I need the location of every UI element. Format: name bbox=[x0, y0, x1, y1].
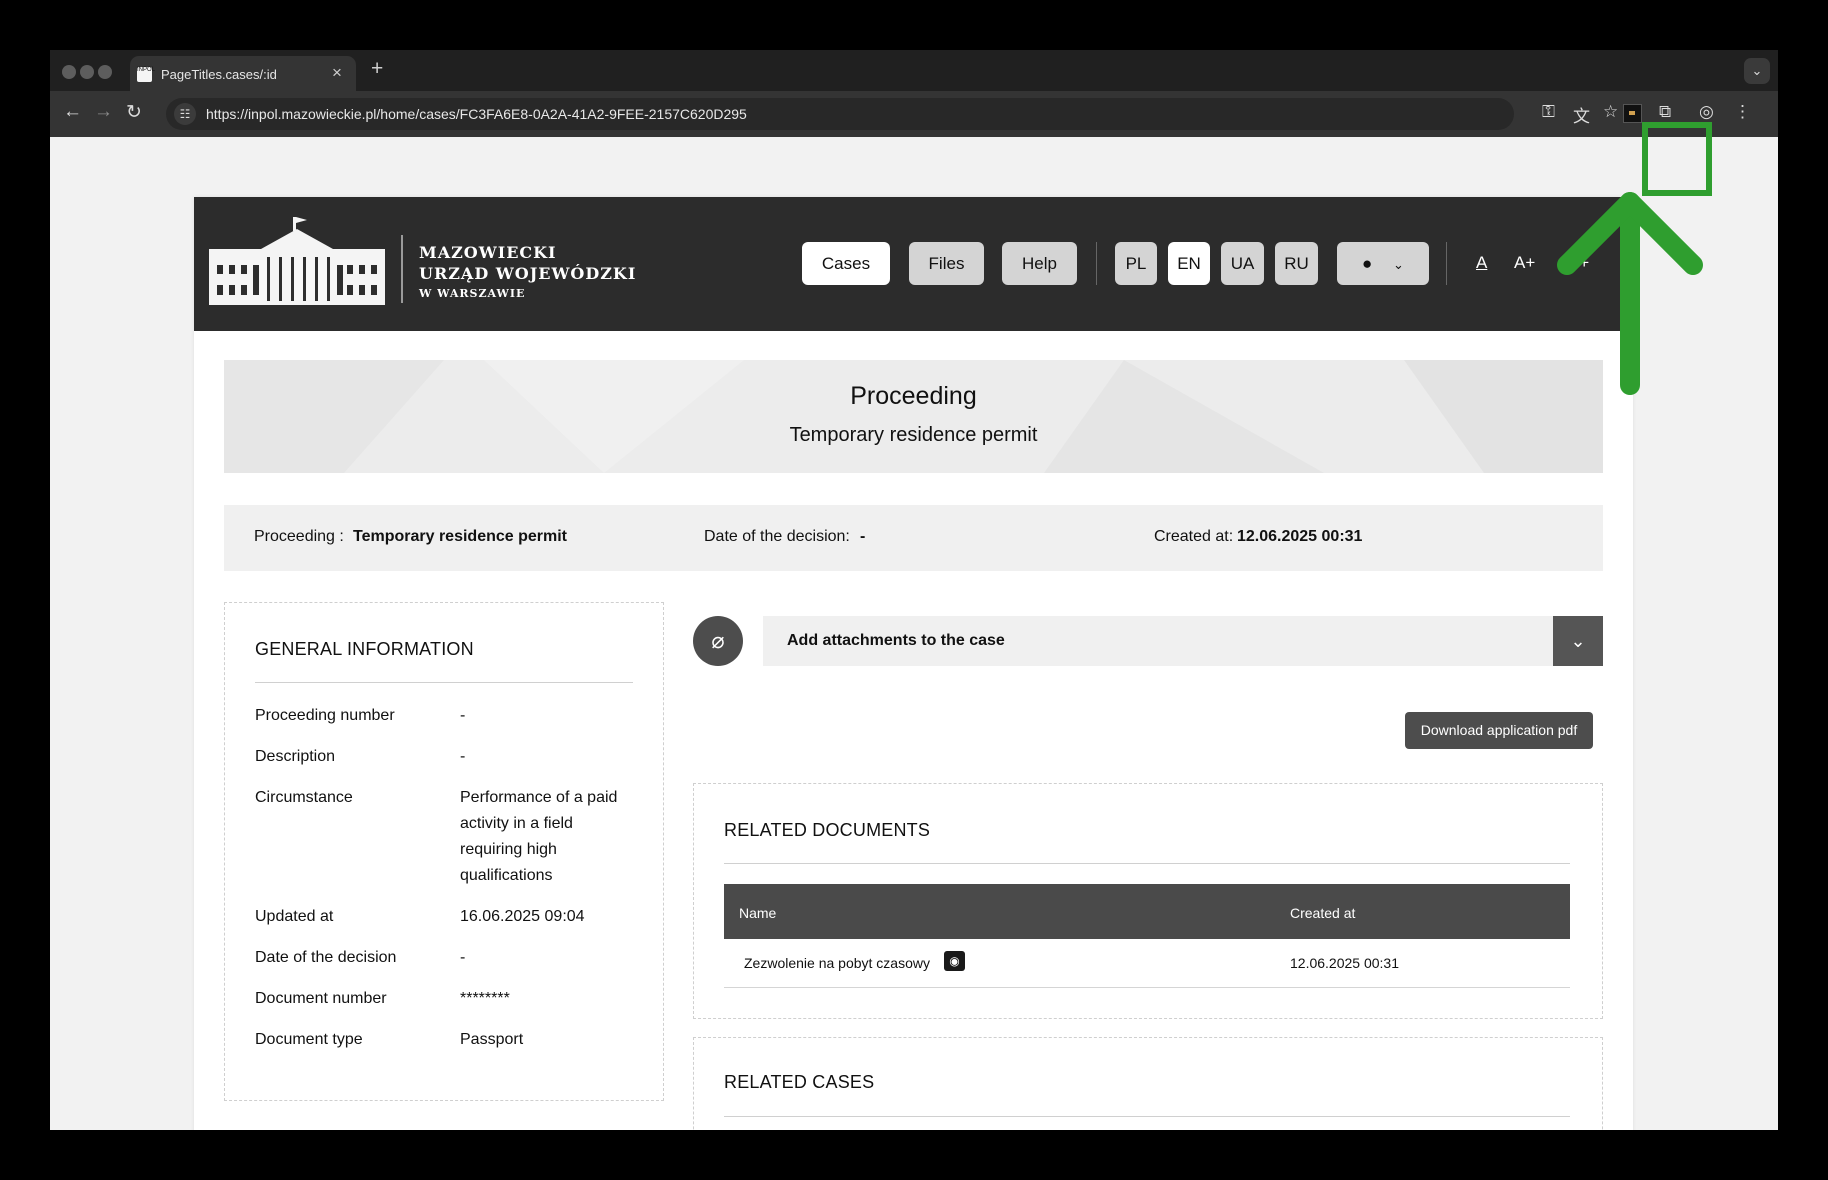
arrow-up-icon bbox=[1557, 192, 1703, 395]
browser-window: INPOL PageTitles.cases/:id × + ⌄ ← → ↻ ☷… bbox=[50, 50, 1778, 1130]
